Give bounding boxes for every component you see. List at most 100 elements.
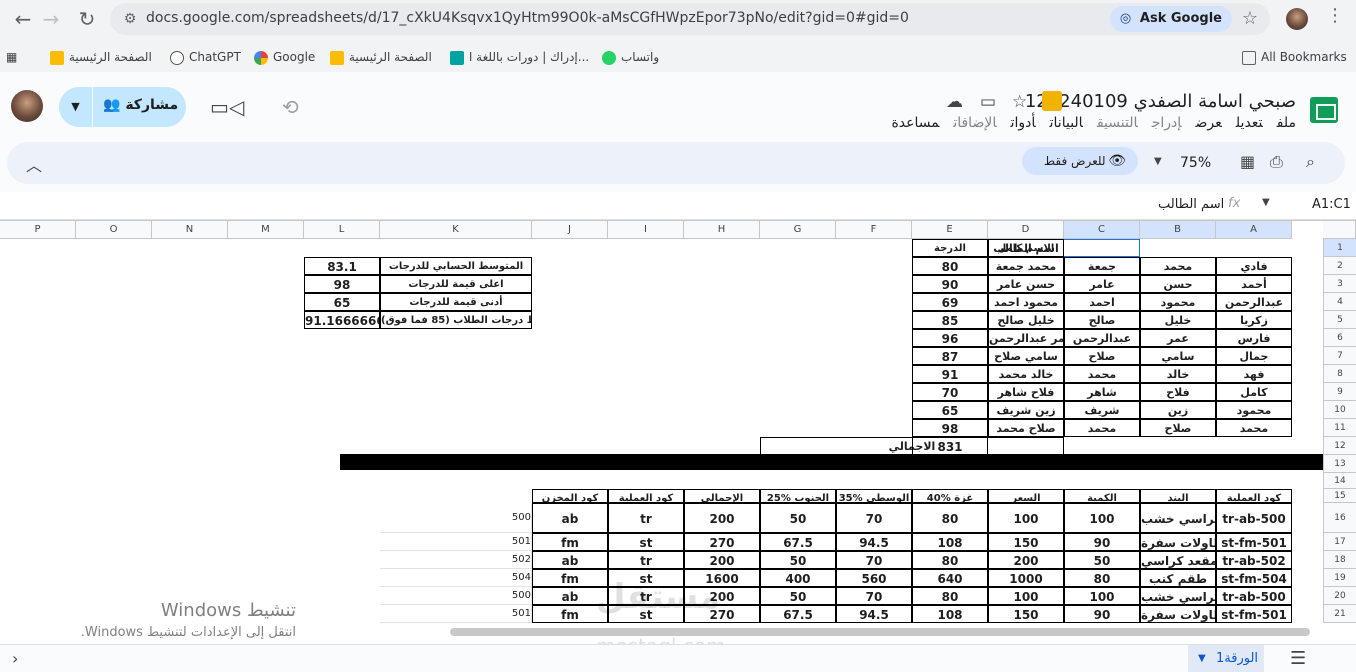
collapse-toolbar-icon[interactable]: ︿ <box>26 152 42 176</box>
zoom-level[interactable]: 75% <box>1180 155 1211 171</box>
menu-insert[interactable]: إدراج <box>1152 115 1182 131</box>
column-header-n[interactable]: N <box>152 221 228 239</box>
student-cell: خالد محمد <box>988 365 1064 383</box>
apps-icon[interactable]: ▦ <box>6 47 17 67</box>
row-header-19[interactable]: 19 <box>1323 569 1356 587</box>
row-header-8[interactable]: 8 <box>1323 365 1356 383</box>
offline-file-icon[interactable] <box>1042 91 1062 111</box>
account-avatar[interactable] <box>11 90 43 122</box>
column-header-k[interactable]: K <box>380 221 532 239</box>
bookmark-4[interactable]: الصفحة الرئيسية <box>330 47 432 67</box>
star-icon[interactable]: ☆ <box>1012 92 1027 112</box>
menu-file[interactable]: ملف <box>1277 115 1296 131</box>
column-header-e[interactable]: E <box>912 221 988 239</box>
column-header-i[interactable]: I <box>608 221 684 239</box>
sheet-tab-dropdown-icon[interactable]: ▼ <box>1198 645 1206 672</box>
student-cell: جمعة <box>1064 257 1140 275</box>
ops-cell: tr <box>608 551 684 569</box>
column-header-f[interactable]: F <box>836 221 912 239</box>
row-header-12[interactable]: 12 <box>1323 437 1356 455</box>
column-header-g[interactable]: G <box>760 221 836 239</box>
menu-format[interactable]: التنسيق <box>1097 115 1138 131</box>
menu-view[interactable]: عرض <box>1196 115 1222 131</box>
row-header-1[interactable]: 1 <box>1323 239 1356 257</box>
profile-avatar[interactable] <box>1286 8 1308 30</box>
share-button[interactable]: ▼ 👥 مشاركة <box>59 87 186 127</box>
name-box[interactable]: A1:C1 <box>1312 197 1351 212</box>
row-header-16[interactable]: 16 <box>1323 503 1356 533</box>
share-dropdown-icon[interactable]: ▼ <box>59 87 93 127</box>
search-menus-icon[interactable]: ⌕ <box>1306 152 1315 172</box>
column-header-h[interactable]: H <box>684 221 760 239</box>
bookmark-star-icon[interactable]: ☆ <box>1242 8 1258 29</box>
name-box-dropdown-icon[interactable]: ▼ <box>1262 197 1270 208</box>
student-cell: فادي <box>1216 257 1292 275</box>
row-header-15[interactable]: 15 <box>1323 489 1356 503</box>
print-icon[interactable]: ⎙ <box>1270 152 1283 172</box>
table-view-icon[interactable]: ▦ <box>1240 152 1255 171</box>
student-cell: محمد <box>1216 419 1292 437</box>
chatgpt-icon <box>170 50 184 65</box>
formula-input[interactable]: اسم الطالب <box>1158 197 1224 212</box>
column-header-p[interactable]: P <box>0 221 76 239</box>
row-header-18[interactable]: 18 <box>1323 551 1356 569</box>
sidebar-toggle-icon[interactable]: › <box>12 649 18 668</box>
row-header-20[interactable]: 20 <box>1323 587 1356 605</box>
meet-camera-icon[interactable]: ▭◁ <box>210 95 244 119</box>
zoom-dropdown-icon[interactable]: ▼ <box>1154 156 1162 167</box>
row-header-9[interactable]: 9 <box>1323 383 1356 401</box>
ask-google-button[interactable]: ◎ Ask Google <box>1109 6 1232 32</box>
menu-data[interactable]: البيانات <box>1050 115 1083 131</box>
menu-tools[interactable]: أدوات <box>1011 115 1036 131</box>
column-header-l[interactable]: L <box>304 221 380 239</box>
back-icon[interactable]: ← <box>8 4 38 34</box>
row-header-2[interactable]: 2 <box>1323 257 1356 275</box>
all-sheets-icon[interactable]: ☰ <box>1290 648 1306 669</box>
reload-icon[interactable]: ↻ <box>72 4 102 34</box>
student-cell: زكريا <box>1216 311 1292 329</box>
row-header-4[interactable]: 4 <box>1323 293 1356 311</box>
bookmark-5[interactable]: إدراك | دورات باللغة ا... <box>450 47 589 67</box>
row-header-10[interactable]: 10 <box>1323 401 1356 419</box>
student-cell: عامر <box>1064 275 1140 293</box>
ops-cell: ab <box>532 551 608 569</box>
row-header-13[interactable]: 13 <box>1323 455 1356 473</box>
row-header-5[interactable]: 5 <box>1323 311 1356 329</box>
column-header-o[interactable]: O <box>76 221 152 239</box>
column-header-j[interactable]: J <box>532 221 608 239</box>
move-folder-icon[interactable]: ▭ <box>980 92 996 112</box>
column-header-a[interactable]: A <box>1216 221 1292 239</box>
ops-cell: طقم كنب <box>1140 569 1216 587</box>
sheet-tab-1[interactable]: الورقة1 ▼ <box>1188 645 1264 672</box>
spreadsheet-grid[interactable]: P O N M L K J I H G F E D C B A 1 2 3 4 5 6 7 8 9 10 11 12 13 14 15 16 1… <box>0 220 1356 626</box>
row-header-6[interactable]: 6 <box>1323 329 1356 347</box>
row-header-3[interactable]: 3 <box>1323 275 1356 293</box>
column-header-m[interactable]: M <box>228 221 304 239</box>
bookmark-6[interactable]: واتساب <box>602 47 659 67</box>
row-header-7[interactable]: 7 <box>1323 347 1356 365</box>
document-title[interactable]: صبحي اسامة الصفدي 120240109 <box>1025 91 1296 112</box>
column-header-d[interactable]: D <box>988 221 1064 239</box>
forward-icon[interactable]: → <box>36 4 66 34</box>
menu-edit[interactable]: تعديل <box>1236 115 1263 131</box>
site-info-icon[interactable]: ⚙ <box>120 9 140 29</box>
menu-help[interactable]: مساعدة <box>891 115 939 131</box>
bookmark-2[interactable]: ChatGPT <box>170 47 241 67</box>
version-history-icon[interactable]: ⟲ <box>282 95 299 119</box>
more-menu-icon[interactable]: ⋮ <box>1326 5 1344 26</box>
row-header-14[interactable]: 14 <box>1323 473 1356 489</box>
view-only-badge[interactable]: للعرض فقط 👁 <box>1022 147 1138 175</box>
column-header-b[interactable]: B <box>1140 221 1216 239</box>
row-header-17[interactable]: 17 <box>1323 533 1356 551</box>
horizontal-scrollbar[interactable] <box>450 628 1310 636</box>
address-bar[interactable]: ⚙ docs.google.com/spreadsheets/d/17_cXkU… <box>110 3 1270 35</box>
menu-extensions[interactable]: الإضافات <box>953 115 996 131</box>
row-header-11[interactable]: 11 <box>1323 419 1356 437</box>
bookmark-3[interactable]: Google <box>254 47 315 67</box>
column-header-c[interactable]: C <box>1064 221 1140 239</box>
bookmark-1[interactable]: الصفحة الرئيسية <box>50 47 152 67</box>
row-header-21[interactable]: 21 <box>1323 605 1356 623</box>
sheets-logo-icon[interactable] <box>1310 97 1338 123</box>
all-bookmarks[interactable]: All Bookmarks <box>1242 47 1347 67</box>
select-all-corner[interactable] <box>1323 221 1356 239</box>
